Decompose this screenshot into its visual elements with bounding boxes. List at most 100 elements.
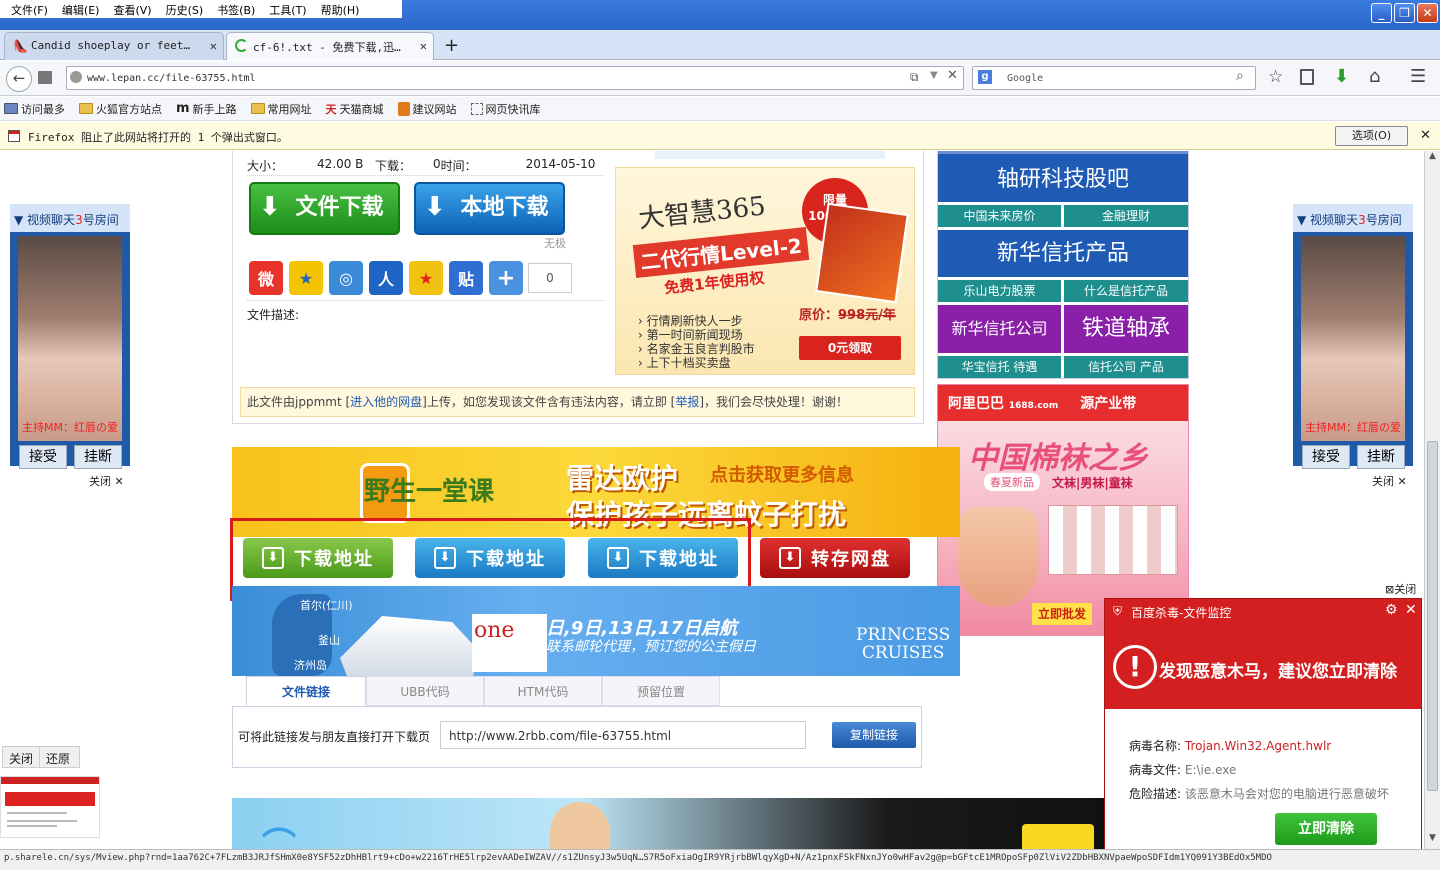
bookmark-common[interactable]: 常用网址 <box>250 101 312 117</box>
close-popup-icon[interactable]: ✕ <box>1405 602 1417 618</box>
popup-options-button[interactable]: 选项(O) <box>1335 126 1408 146</box>
link-finance[interactable]: 金融理财 <box>1064 205 1188 227</box>
download-address-1[interactable]: ⬇ 下载地址 <box>243 538 393 578</box>
claim-button[interactable]: 0元领取 <box>799 336 901 360</box>
cruise-banner[interactable]: 首尔(仁川) 釜山 济州岛 one 日,9日,13日,17日启航 联系邮轮代理，… <box>232 586 960 676</box>
scroll-thumb[interactable] <box>1427 441 1438 791</box>
search-input[interactable]: Google <box>972 66 1256 90</box>
report-link[interactable]: 举报 <box>675 395 699 409</box>
link-xinhua-trust[interactable]: 新华信托产品 <box>938 230 1188 277</box>
close-1688-ad[interactable]: ⊠关闭 <box>1385 581 1416 597</box>
tab-htm-code[interactable]: HTM代码 <box>484 676 602 706</box>
left-video-ad[interactable]: ▼ 视频聊天3号房间 主持MM：红唇の爱 接受 挂断 <box>10 204 130 469</box>
vertical-scrollbar[interactable]: ▲ ▼ <box>1424 151 1440 849</box>
clean-now-button[interactable]: 立即清除 <box>1275 813 1377 845</box>
tab-candid[interactable]: 👠 Candid shoeplay or feet… ✕ <box>4 32 224 60</box>
star-share-icon[interactable]: ★ <box>289 261 323 295</box>
link-trust-product[interactable]: 信托公司 产品 <box>1064 356 1188 378</box>
menu-history[interactable]: 历史(S) <box>159 0 211 18</box>
restore-button[interactable]: ❐ <box>1394 3 1415 23</box>
tab-file-link[interactable]: 文件链接 <box>246 676 366 706</box>
tab-reserved[interactable]: 预留位置 <box>602 676 720 706</box>
menu-bookmarks[interactable]: 书签(B) <box>210 0 262 18</box>
bookmark-firefox[interactable]: 火狐官方站点 <box>79 101 162 117</box>
settings-icon[interactable]: ⚙ <box>1385 602 1398 618</box>
menu-view[interactable]: 查看(V) <box>106 0 158 18</box>
minimize-button[interactable]: _ <box>1371 3 1392 23</box>
accept-button[interactable]: 接受 <box>1302 445 1350 469</box>
local-download-button[interactable]: ⬇ 本地下载 <box>414 182 565 235</box>
qzone-icon[interactable]: ★ <box>409 261 443 295</box>
webslice-icon <box>470 102 483 115</box>
hangup-button[interactable]: 挂断 <box>1357 445 1405 469</box>
dropdown-icon[interactable]: ▼ <box>930 70 938 81</box>
right-video-ad[interactable]: ▼ 视频聊天3号房间 主持MM：红唇の爱 接受 挂断 <box>1293 204 1413 469</box>
close-right-ad[interactable]: 关闭 ✕ <box>1372 473 1407 489</box>
mini-restore-button[interactable]: 还原 <box>39 747 76 767</box>
link-xinhua-company[interactable]: 新华信托公司 <box>938 305 1061 353</box>
close-window-button[interactable]: ✕ <box>1417 3 1438 23</box>
tab-cf6[interactable]: cf-6!.txt - 免费下载,迅… ✕ <box>226 32 434 60</box>
search-icon[interactable]: ⌕ <box>1236 68 1244 84</box>
video-ad-host: 主持MM：红唇の爱 <box>22 421 118 434</box>
link-what-trust[interactable]: 什么是信托产品 <box>1064 280 1188 302</box>
user-disk-link[interactable]: 进入他的网盘 <box>350 395 422 409</box>
bookmark-tmall[interactable]: 天天猫商城 <box>326 101 384 117</box>
cartoon-banner[interactable]: ⌒ <box>232 798 1104 849</box>
place-seoul: 首尔(仁川) <box>300 599 353 612</box>
mini-close-button[interactable]: 关闭 <box>3 747 39 767</box>
tencent-weibo-icon[interactable]: ◎ <box>329 261 363 295</box>
weibo-icon[interactable]: 微 <box>249 261 283 295</box>
copy-link-button[interactable]: 复制链接 <box>832 722 916 748</box>
mini-antivirus-thumb[interactable] <box>0 776 100 838</box>
download-address-3[interactable]: ⬇ 下载地址 <box>588 538 738 578</box>
menu-file[interactable]: 文件(F) <box>4 0 55 18</box>
link-railway-bearing[interactable]: 铁道轴承 <box>1064 305 1188 353</box>
yeke-line1: 雷达欧护 <box>566 462 679 495</box>
bookmark-most-visited[interactable]: 访问最多 <box>4 101 65 117</box>
close-tab-icon[interactable]: ✕ <box>420 39 427 53</box>
close-icon[interactable]: ✕ <box>1420 128 1431 143</box>
google-icon[interactable]: g <box>978 70 992 84</box>
bookmark-getting-started[interactable]: m 新手上路 <box>176 101 237 117</box>
more-share-icon[interactable]: + <box>489 261 523 295</box>
back-button[interactable]: ← <box>6 66 32 92</box>
close-left-ad[interactable]: 关闭 ✕ <box>89 473 124 489</box>
bookmark-webslice[interactable]: 网页快讯库 <box>470 101 541 117</box>
size-label: 大小： <box>247 159 284 173</box>
menu-tools[interactable]: 工具(T) <box>262 0 313 18</box>
menu-help[interactable]: 帮助(H) <box>314 0 367 18</box>
menu-icon[interactable]: ☰ <box>1410 66 1426 87</box>
url-bar[interactable]: www.lepan.cc/file-63755.html <box>66 66 964 90</box>
bookmarks-icon[interactable] <box>1300 69 1314 85</box>
tab-ubb-code[interactable]: UBB代码 <box>366 676 484 706</box>
stop-icon[interactable]: ✕ <box>947 68 958 83</box>
link-zhouyan[interactable]: 轴研科技股吧 <box>938 151 1188 202</box>
tieba-icon[interactable]: 贴 <box>449 261 483 295</box>
hangup-button[interactable]: 挂断 <box>74 445 122 469</box>
save-to-disk-button[interactable]: ⬇ 转存网盘 <box>760 538 910 578</box>
file-download-button[interactable]: ⬇ 文件下载 <box>249 182 400 235</box>
logo-strip <box>655 151 885 159</box>
virus-desc-row: 危险描述: 该恶意木马会对您的电脑进行恶意破坏 <box>1129 787 1389 801</box>
link-huabao[interactable]: 华宝信托 待遇 <box>938 356 1061 378</box>
reader-icon[interactable]: ⧉ <box>910 70 919 85</box>
close-tab-icon[interactable]: ✕ <box>210 39 217 53</box>
ad-1688-title: 中国棉袜之乡 <box>968 441 1148 476</box>
star-icon[interactable]: ☆ <box>1268 67 1283 87</box>
renren-icon[interactable]: 人 <box>369 261 403 295</box>
home-icon[interactable]: ⌂ <box>1369 66 1380 87</box>
share-link-input[interactable]: http://www.2rbb.com/file-63755.html <box>440 721 806 749</box>
download-icon[interactable]: ⬇ <box>1334 66 1349 87</box>
menu-edit[interactable]: 编辑(E) <box>55 0 107 18</box>
alert-headline: 发现恶意木马，建议您立即清除 <box>1159 662 1397 682</box>
wholesale-button[interactable]: 立即批发 <box>1032 603 1092 625</box>
loading-icon <box>235 39 248 52</box>
accept-button[interactable]: 接受 <box>19 445 67 469</box>
dazhihui-ad[interactable]: 大智慧365 限量 10000套 二代行情Level-2 免费1年使用权 › 行… <box>615 167 915 375</box>
link-house-price[interactable]: 中国未来房价 <box>938 205 1061 227</box>
new-tab-icon[interactable]: + <box>444 35 459 56</box>
download-address-2[interactable]: ⬇ 下载地址 <box>415 538 565 578</box>
bookmark-suggested[interactable]: 建议网站 <box>397 101 457 117</box>
link-leshan[interactable]: 乐山电力股票 <box>938 280 1061 302</box>
